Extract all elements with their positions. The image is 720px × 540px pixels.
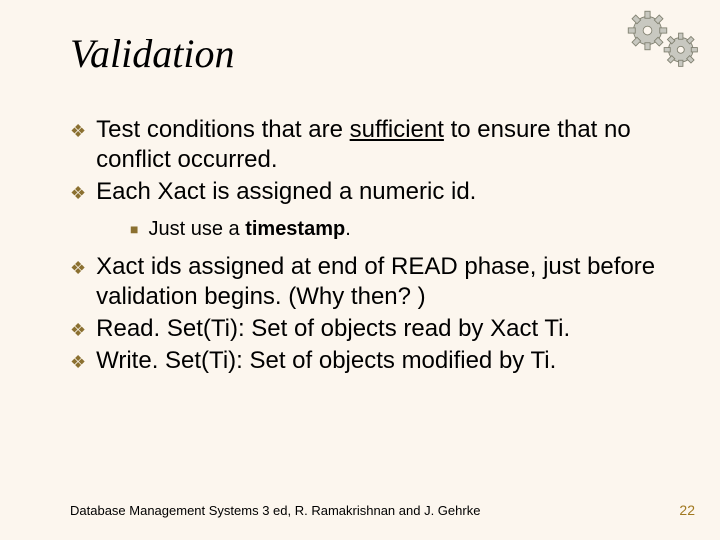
- diamond-icon: ❖: [70, 320, 86, 341]
- square-icon: ■: [130, 221, 138, 237]
- bullet-text: Test conditions that are sufficient to e…: [96, 115, 660, 175]
- diamond-icon: ❖: [70, 258, 86, 279]
- page-number: 22: [679, 502, 695, 518]
- bullet-item: ❖ Write. Set(Ti): Set of objects modifie…: [70, 346, 660, 376]
- sub-bullet-item: ■ Just use a timestamp.: [130, 217, 660, 242]
- bullet-item: ❖ Test conditions that are sufficient to…: [70, 115, 660, 175]
- sub-bullet-text: Just use a timestamp.: [148, 217, 350, 242]
- bullet-text: Each Xact is assigned a numeric id.: [96, 177, 476, 207]
- diamond-icon: ❖: [70, 183, 86, 204]
- bullet-text: Write. Set(Ti): Set of objects modified …: [96, 346, 556, 376]
- gears-icon: [620, 6, 710, 76]
- bullet-item: ❖ Read. Set(Ti): Set of objects read by …: [70, 314, 660, 344]
- footer-text: Database Management Systems 3 ed, R. Ram…: [70, 503, 480, 518]
- slide-title: Validation: [70, 30, 234, 77]
- bullet-text: Xact ids assigned at end of READ phase, …: [96, 252, 660, 312]
- bullet-text: Read. Set(Ti): Set of objects read by Xa…: [96, 314, 570, 344]
- bullet-item: ❖ Each Xact is assigned a numeric id.: [70, 177, 660, 207]
- bullet-item: ❖ Xact ids assigned at end of READ phase…: [70, 252, 660, 312]
- slide-content: ❖ Test conditions that are sufficient to…: [70, 115, 660, 378]
- diamond-icon: ❖: [70, 121, 86, 142]
- diamond-icon: ❖: [70, 352, 86, 373]
